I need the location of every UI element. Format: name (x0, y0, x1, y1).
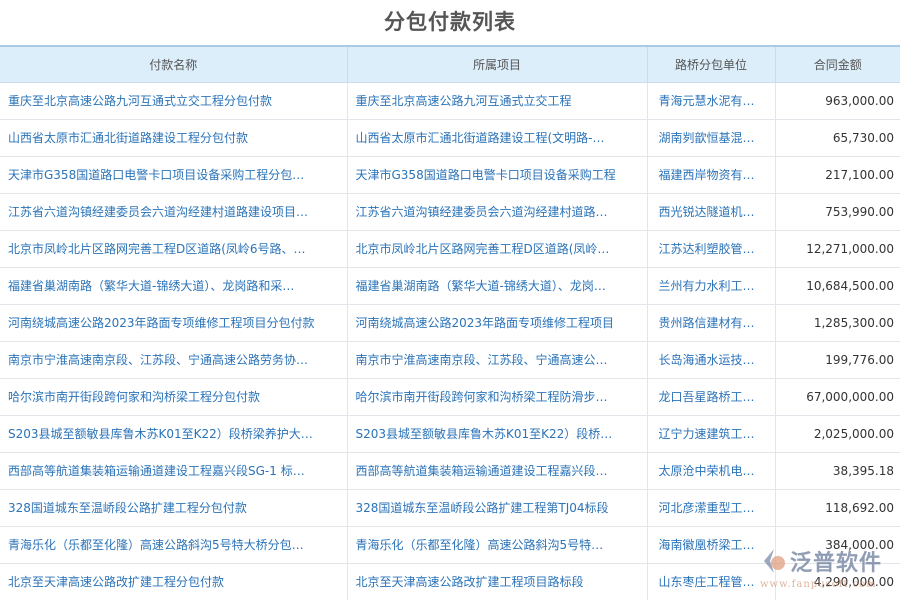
subcontractor-link[interactable]: 兰州有力水利工… (647, 267, 776, 305)
payment-name-link[interactable]: 南京市宁淮高速南京段、江苏段、宁通高速公路劳务协… (0, 341, 348, 379)
project-link[interactable]: 北京市凤岭北片区路网完善工程D区道路(凤岭… (347, 230, 648, 268)
project-link[interactable]: 山西省太原市汇通北街道路建设工程(文明路-… (347, 119, 648, 157)
subcontractor-link[interactable]: 西光锐达隧道机… (647, 193, 776, 231)
payment-name-link[interactable]: S203县城至额敏县库鲁木苏K01至K22）段桥梁养护大… (0, 415, 348, 453)
payment-name-link[interactable]: 青海乐化（乐都至化隆）高速公路斜沟5号特大桥分包… (0, 526, 348, 564)
table-row[interactable]: 北京市凤岭北片区路网完善工程D区道路(凤岭6号路、… 北京市凤岭北片区路网完善工程… (0, 230, 900, 268)
table-row[interactable]: 山西省太原市汇通北街道路建设工程分包付款 山西省太原市汇通北街道路建设工程(文明路… (0, 119, 900, 157)
payment-name-link[interactable]: 江苏省六道沟镇经建委员会六道沟经建村道路建设项目… (0, 193, 348, 231)
page: 分包付款列表 付款名称 所属项目 路桥分包单位 合同金额 重庆至北京高速公路九河… (0, 0, 900, 600)
subcontractor-link[interactable]: 太原沧中荣机电… (647, 452, 776, 490)
project-link[interactable]: 天津市G358国道路口电警卡口项目设备采购工程 (347, 156, 648, 194)
table-header: 付款名称 所属项目 路桥分包单位 合同金额 (0, 46, 900, 83)
column-header-contract-amount[interactable]: 合同金额 (775, 46, 900, 83)
subcontractor-link[interactable]: 辽宁力速建筑工… (647, 415, 776, 453)
table-row[interactable]: 哈尔滨市南开街段跨何家和沟桥梁工程分包付款 哈尔滨市南开街段跨何家和沟桥梁工程防滑… (0, 378, 900, 416)
contract-amount: 38,395.18 (775, 452, 900, 490)
contract-amount: 963,000.00 (775, 82, 900, 120)
table-row[interactable]: 北京至天津高速公路改扩建工程分包付款 北京至天津高速公路改扩建工程项目路标段 山东枣… (0, 563, 900, 600)
project-link[interactable]: 哈尔滨市南开街段跨何家和沟桥梁工程防滑步… (347, 378, 648, 416)
table-row[interactable]: 重庆至北京高速公路九河互通式立交工程分包付款 重庆至北京高速公路九河互通式立交工程… (0, 82, 900, 120)
project-link[interactable]: 西部高等航道集装箱运输通道建设工程嘉兴段… (347, 452, 648, 490)
table-row[interactable]: 南京市宁淮高速南京段、江苏段、宁通高速公路劳务协… 南京市宁淮高速南京段、江苏段、… (0, 341, 900, 379)
payment-name-link[interactable]: 山西省太原市汇通北街道路建设工程分包付款 (0, 119, 348, 157)
payment-name-link[interactable]: 福建省巢湖南路（繁华大道-锦绣大道）、龙岗路和采… (0, 267, 348, 305)
contract-amount: 4,290,000.00 (775, 563, 900, 600)
column-header-subcontractor[interactable]: 路桥分包单位 (647, 46, 776, 83)
contract-amount: 2,025,000.00 (775, 415, 900, 453)
table-row[interactable]: S203县城至额敏县库鲁木苏K01至K22）段桥梁养护大… S203县城至额敏县库… (0, 415, 900, 453)
contract-amount: 67,000,000.00 (775, 378, 900, 416)
subcontractor-link[interactable]: 江苏达利塑胶管… (647, 230, 776, 268)
table-row[interactable]: 河南绕城高速公路2023年路面专项维修工程项目分包付款 河南绕城高速公路2023年… (0, 304, 900, 342)
payment-name-link[interactable]: 天津市G358国道路口电警卡口项目设备采购工程分包… (0, 156, 348, 194)
contract-amount: 217,100.00 (775, 156, 900, 194)
project-link[interactable]: 328国道城东至温峤段公路扩建工程第TJ04标段 (347, 489, 648, 527)
table-row[interactable]: 西部高等航道集装箱运输通道建设工程嘉兴段SG-1 标… 西部高等航道集装箱运输通道… (0, 452, 900, 490)
payment-name-link[interactable]: 北京市凤岭北片区路网完善工程D区道路(凤岭6号路、… (0, 230, 348, 268)
subcontractor-link[interactable]: 河北彦潆重型工… (647, 489, 776, 527)
project-link[interactable]: S203县城至额敏县库鲁木苏K01至K22）段桥… (347, 415, 648, 453)
contract-amount: 753,990.00 (775, 193, 900, 231)
project-link[interactable]: 南京市宁淮高速南京段、江苏段、宁通高速公… (347, 341, 648, 379)
subcontractor-link[interactable]: 福建西岸物资有… (647, 156, 776, 194)
project-link[interactable]: 青海乐化（乐都至化隆）高速公路斜沟5号特… (347, 526, 648, 564)
table-row[interactable]: 江苏省六道沟镇经建委员会六道沟经建村道路建设项目… 江苏省六道沟镇经建委员会六道沟… (0, 193, 900, 231)
table-body: 重庆至北京高速公路九河互通式立交工程分包付款 重庆至北京高速公路九河互通式立交工程… (0, 82, 900, 600)
column-header-project[interactable]: 所属项目 (347, 46, 648, 83)
table-row[interactable]: 福建省巢湖南路（繁华大道-锦绣大道）、龙岗路和采… 福建省巢湖南路（繁华大道-锦绣… (0, 267, 900, 305)
contract-amount: 199,776.00 (775, 341, 900, 379)
project-link[interactable]: 福建省巢湖南路（繁华大道-锦绣大道）、龙岗… (347, 267, 648, 305)
column-header-payment-name[interactable]: 付款名称 (0, 46, 348, 83)
payment-name-link[interactable]: 重庆至北京高速公路九河互通式立交工程分包付款 (0, 82, 348, 120)
contract-amount: 384,000.00 (775, 526, 900, 564)
table-row[interactable]: 328国道城东至温峤段公路扩建工程分包付款 328国道城东至温峤段公路扩建工程第T… (0, 489, 900, 527)
project-link[interactable]: 江苏省六道沟镇经建委员会六道沟经建村道路… (347, 193, 648, 231)
subcontract-payment-table: 付款名称 所属项目 路桥分包单位 合同金额 重庆至北京高速公路九河互通式立交工程… (0, 45, 900, 600)
page-title: 分包付款列表 (384, 10, 516, 34)
subcontractor-link[interactable]: 贵州路信建材有… (647, 304, 776, 342)
subcontractor-link[interactable]: 海南徽凰桥梁工… (647, 526, 776, 564)
table-row[interactable]: 天津市G358国道路口电警卡口项目设备采购工程分包… 天津市G358国道路口电警卡… (0, 156, 900, 194)
subcontractor-link[interactable]: 湖南刿歆恒基混… (647, 119, 776, 157)
table-row[interactable]: 青海乐化（乐都至化隆）高速公路斜沟5号特大桥分包… 青海乐化（乐都至化隆）高速公路… (0, 526, 900, 564)
contract-amount: 1,285,300.00 (775, 304, 900, 342)
header-row: 付款名称 所属项目 路桥分包单位 合同金额 (0, 46, 900, 83)
subcontractor-link[interactable]: 青海元慧水泥有… (647, 82, 776, 120)
project-link[interactable]: 北京至天津高速公路改扩建工程项目路标段 (347, 563, 648, 600)
payment-name-link[interactable]: 西部高等航道集装箱运输通道建设工程嘉兴段SG-1 标… (0, 452, 348, 490)
payment-name-link[interactable]: 328国道城东至温峤段公路扩建工程分包付款 (0, 489, 348, 527)
contract-amount: 65,730.00 (775, 119, 900, 157)
payment-name-link[interactable]: 河南绕城高速公路2023年路面专项维修工程项目分包付款 (0, 304, 348, 342)
project-link[interactable]: 重庆至北京高速公路九河互通式立交工程 (347, 82, 648, 120)
payment-name-link[interactable]: 北京至天津高速公路改扩建工程分包付款 (0, 563, 348, 600)
subcontractor-link[interactable]: 山东枣庄工程管… (647, 563, 776, 600)
payment-name-link[interactable]: 哈尔滨市南开街段跨何家和沟桥梁工程分包付款 (0, 378, 348, 416)
contract-amount: 12,271,000.00 (775, 230, 900, 268)
contract-amount: 10,684,500.00 (775, 267, 900, 305)
contract-amount: 118,692.00 (775, 489, 900, 527)
subcontractor-link[interactable]: 龙口吾星路桥工… (647, 378, 776, 416)
project-link[interactable]: 河南绕城高速公路2023年路面专项维修工程项目 (347, 304, 648, 342)
subcontractor-link[interactable]: 长岛海通水运技… (647, 341, 776, 379)
